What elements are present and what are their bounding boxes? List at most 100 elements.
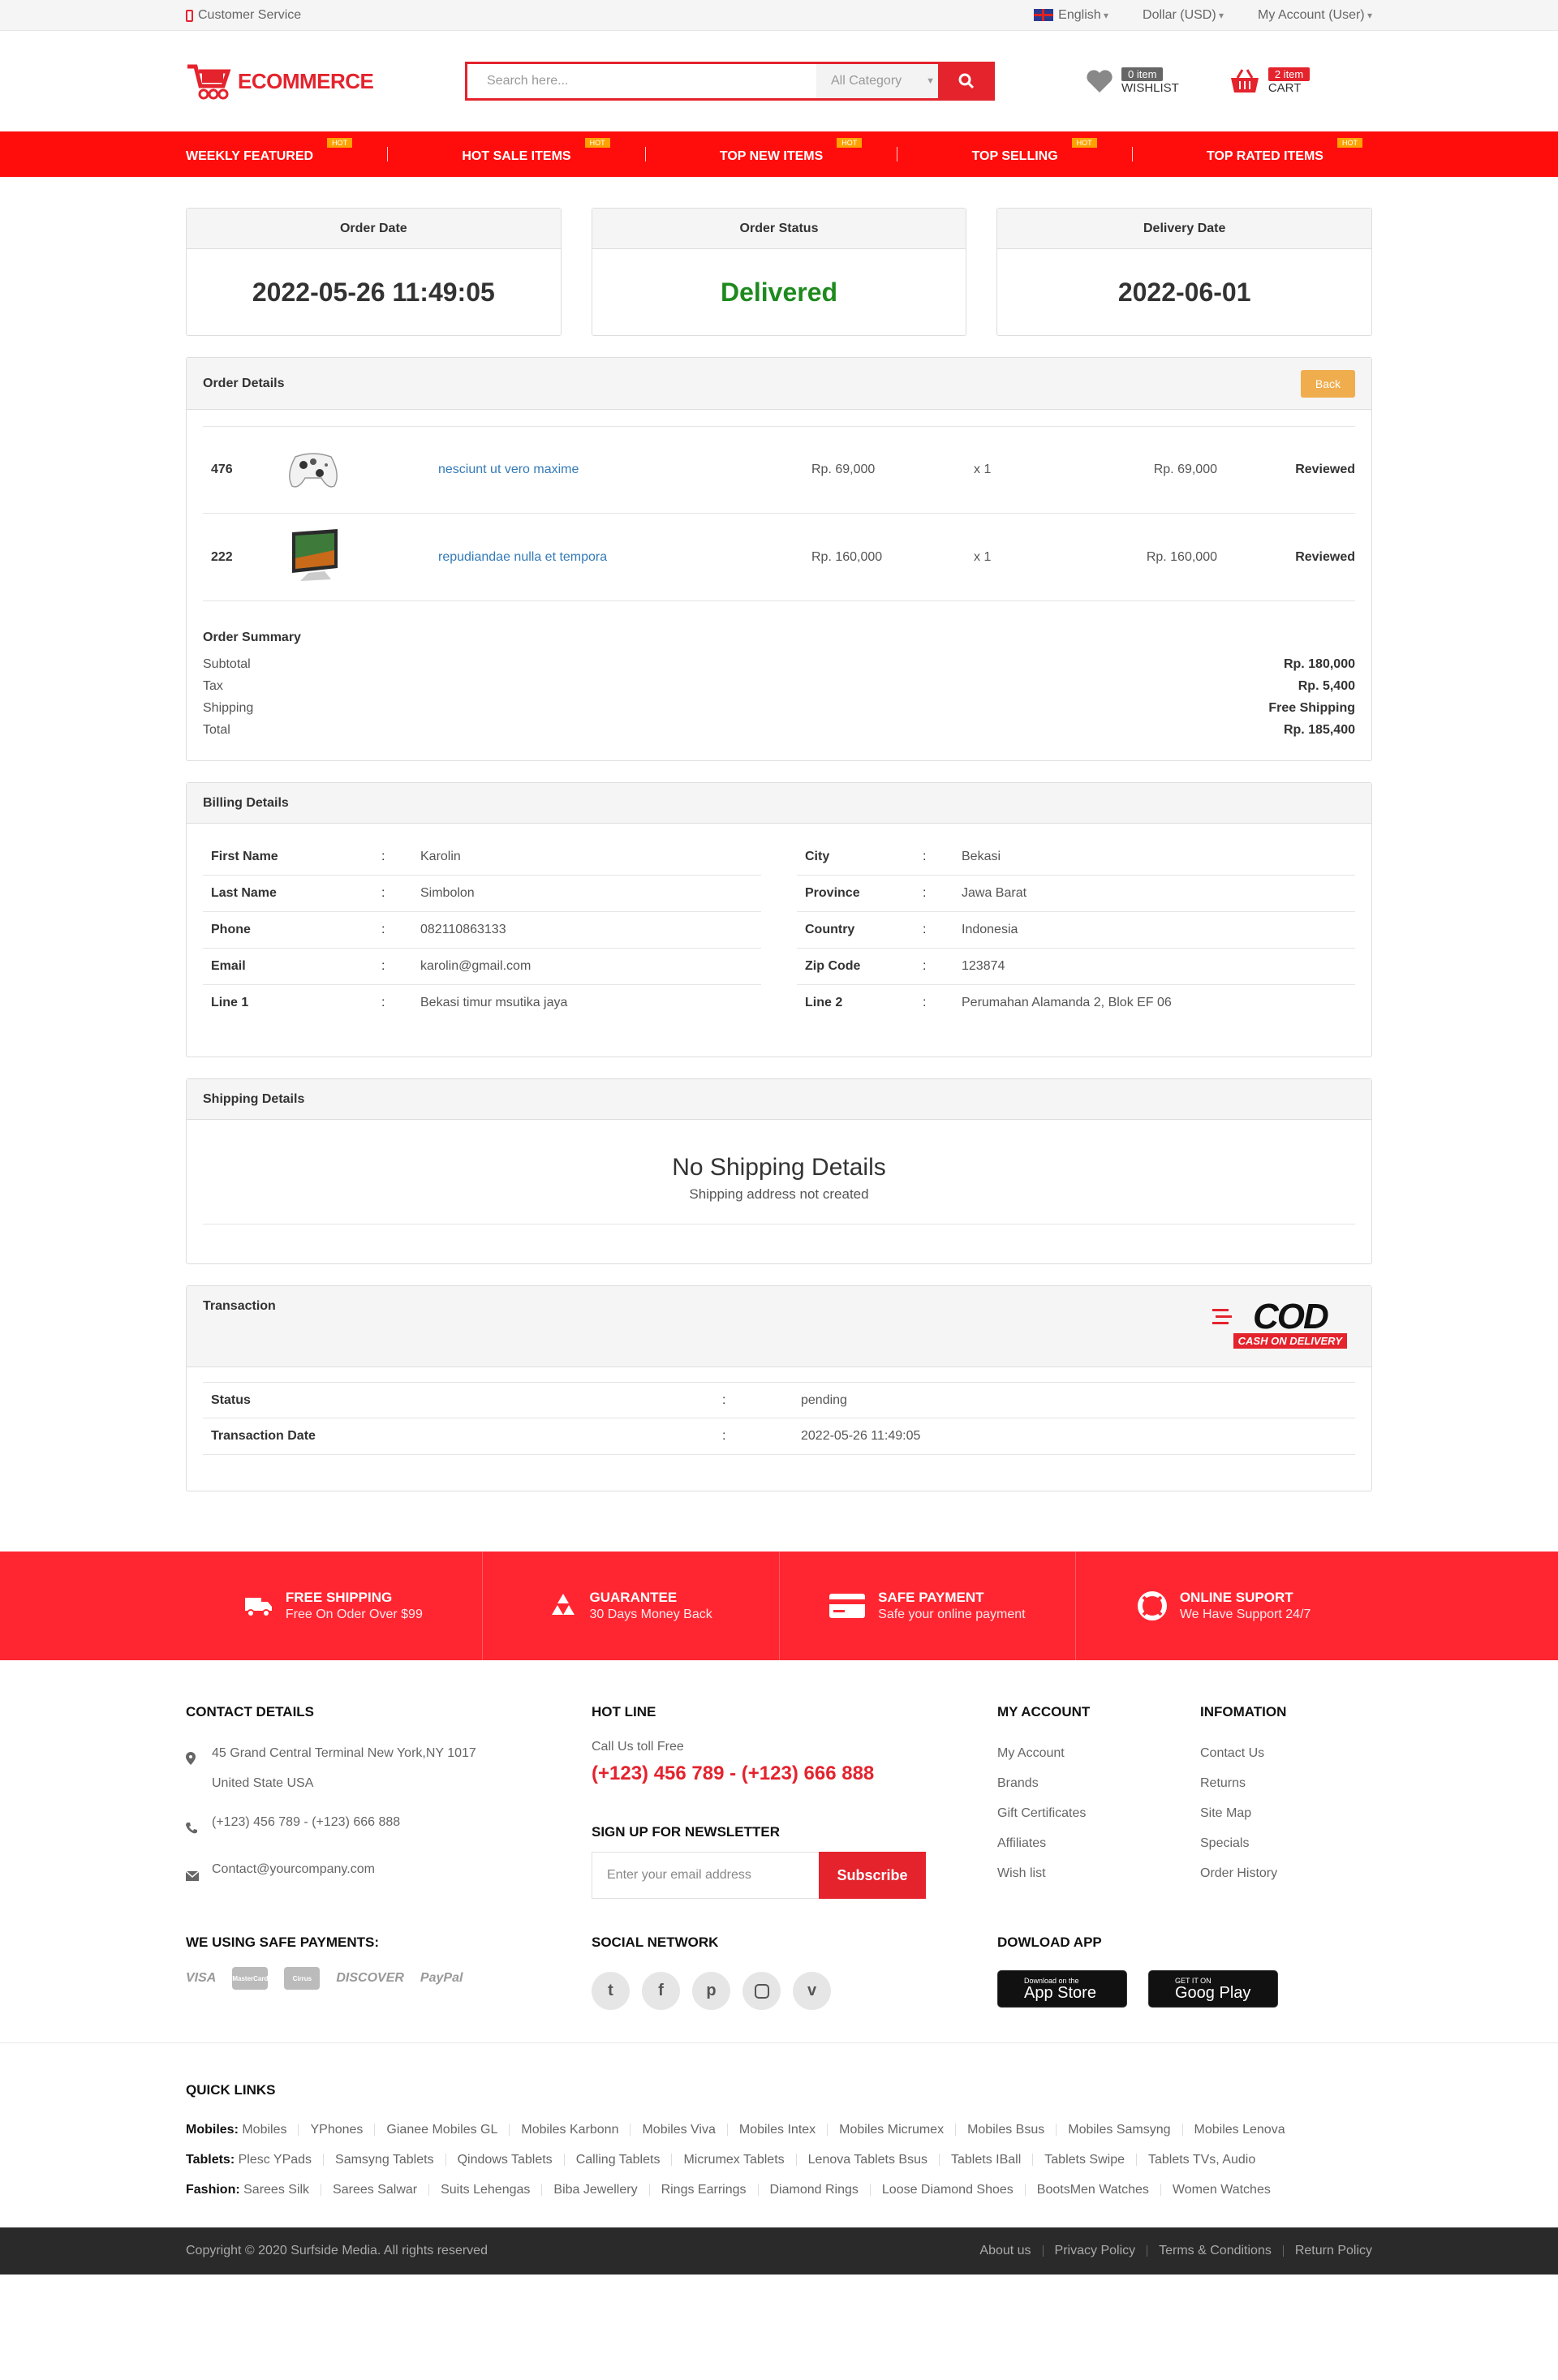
back-button[interactable]: Back xyxy=(1300,369,1355,398)
currency-dropdown[interactable]: Dollar (USD) xyxy=(1143,8,1224,23)
product-link[interactable]: repudiandae nulla et tempora xyxy=(438,550,811,565)
quick-links-label: Tablets: xyxy=(186,2153,235,2167)
quick-link[interactable]: Calling Tablets xyxy=(576,2153,661,2167)
search-button[interactable] xyxy=(938,62,995,101)
bottom-link-return[interactable]: Return Policy xyxy=(1295,2244,1372,2258)
divider xyxy=(323,2154,325,2167)
account-dropdown[interactable]: My Account (User) xyxy=(1258,8,1372,23)
hot-badge: HOT xyxy=(837,138,863,148)
social-title: SOCIAL NETWORK xyxy=(592,1935,719,1950)
field-value: karolin@gmail.com xyxy=(420,959,532,973)
payments-title: WE USING SAFE PAYMENTS: xyxy=(186,1935,380,1950)
quick-link[interactable]: Tablets IBall xyxy=(951,2153,1021,2167)
billing-row: First Name: Karolin xyxy=(203,838,761,875)
quick-link[interactable]: Micrumex Tablets xyxy=(683,2153,784,2167)
quick-link[interactable]: Tablets TVs, Audio xyxy=(1148,2153,1255,2167)
wishlist-link[interactable]: 0 item WISHLIST xyxy=(1086,67,1179,95)
quick-link[interactable]: Mobiles Intex xyxy=(739,2123,816,2137)
divider xyxy=(509,2124,510,2137)
billing-row: Country: Indonesia xyxy=(797,911,1355,948)
billing-row: Line 1: Bekasi timur msutika jaya xyxy=(203,984,761,1021)
footer-link[interactable]: My Account xyxy=(997,1738,1200,1768)
pinterest-icon[interactable]: p xyxy=(692,1972,730,2010)
feature-subtitle: We Have Support 24/7 xyxy=(1179,1607,1311,1621)
vimeo-icon[interactable]: v xyxy=(793,1972,831,2010)
quick-link[interactable]: Loose Diamond Shoes xyxy=(882,2183,1014,2197)
feature-title: FREE SHIPPING xyxy=(285,1590,393,1605)
nav-weekly-featured[interactable]: WEEKLY FEATURED HOT xyxy=(186,138,353,164)
quick-link[interactable]: Sarees Salwar xyxy=(333,2183,417,2197)
quick-link[interactable]: Suits Lehengas xyxy=(441,2183,530,2197)
quick-link[interactable]: Women Watches xyxy=(1173,2183,1271,2197)
quick-link[interactable]: Sarees Silk xyxy=(243,2183,309,2197)
quick-link[interactable]: Samsyng Tablets xyxy=(335,2153,434,2167)
quick-link[interactable]: Tablets Swipe xyxy=(1044,2153,1125,2167)
bottom-link-about[interactable]: About us xyxy=(979,2244,1031,2258)
quick-link[interactable]: Diamond Rings xyxy=(770,2183,859,2197)
footer-link[interactable]: Gift Certificates xyxy=(997,1798,1200,1828)
field-label: Email xyxy=(211,959,246,973)
twitter-icon[interactable]: t xyxy=(592,1972,630,2010)
features-bar: FREE SHIPPING Free On Oder Over $99 GUARA… xyxy=(0,1552,1558,1660)
quick-link[interactable]: Mobiles xyxy=(242,2123,286,2137)
quick-link[interactable]: BootsMen Watches xyxy=(1037,2183,1149,2197)
app-store-button[interactable]: Download on the App Store xyxy=(997,1970,1127,2008)
bottom-link-privacy[interactable]: Privacy Policy xyxy=(1055,2244,1136,2258)
hotline-title: HOT LINE xyxy=(592,1704,656,1719)
feature-title: GUARANTEE xyxy=(589,1590,678,1605)
quick-link[interactable]: Qindows Tablets xyxy=(458,2153,553,2167)
quick-link[interactable]: Mobiles Lenova xyxy=(1194,2123,1285,2137)
nav-top-selling[interactable]: TOP SELLING HOT xyxy=(972,138,1097,164)
product-link[interactable]: nesciunt ut vero maxime xyxy=(438,463,811,477)
nav-top-rated-items[interactable]: TOP RATED ITEMS HOT xyxy=(1207,138,1362,164)
tax-label: Tax xyxy=(203,679,223,693)
quick-link[interactable]: Rings Earrings xyxy=(661,2183,747,2197)
footer-link[interactable]: Site Map xyxy=(1200,1798,1372,1828)
quick-link[interactable]: YPhones xyxy=(310,2123,363,2137)
category-select[interactable]: All Category ▼ xyxy=(816,64,938,98)
quick-link[interactable]: Lenova Tablets Bsus xyxy=(808,2153,927,2167)
logo[interactable]: ECOMMERCE xyxy=(186,62,465,101)
contact-email[interactable]: Contact@yourcompany.com xyxy=(212,1854,375,1884)
product-image[interactable] xyxy=(284,442,438,498)
footer-link[interactable]: Returns xyxy=(1200,1768,1372,1798)
separator: : xyxy=(923,996,927,1009)
footer-link[interactable]: Brands xyxy=(997,1768,1200,1798)
bottom-link-terms[interactable]: Terms & Conditions xyxy=(1159,2244,1272,2258)
review-status: Reviewed xyxy=(1295,549,1355,564)
footer-hotline: HOT LINE Call Us toll Free (+123) 456 78… xyxy=(592,1704,997,1899)
search-input[interactable]: Search here... xyxy=(467,74,816,88)
footer-link[interactable]: Wish list xyxy=(997,1858,1200,1888)
divider xyxy=(374,2124,376,2137)
quick-link[interactable]: Mobiles Micrumex xyxy=(839,2123,944,2137)
quick-link[interactable]: Mobiles Karbonn xyxy=(521,2123,618,2137)
nav-hot-sale-items[interactable]: HOT SALE ITEMS HOT xyxy=(462,138,610,164)
product-image[interactable] xyxy=(284,526,438,588)
footer-link[interactable]: Contact Us xyxy=(1200,1738,1372,1768)
footer-link[interactable]: Order History xyxy=(1200,1858,1372,1888)
customer-service-link[interactable]: Customer Service xyxy=(186,8,301,23)
divider xyxy=(1282,2245,1284,2257)
quick-link[interactable]: Biba Jewellery xyxy=(553,2183,637,2197)
footer-link[interactable]: Specials xyxy=(1200,1828,1372,1858)
footer-link[interactable]: Affiliates xyxy=(997,1828,1200,1858)
newsletter-email-input[interactable]: Enter your email address xyxy=(592,1853,819,1898)
cart-link[interactable]: 2 item CART xyxy=(1229,67,1311,95)
search-bar: Search here... All Category ▼ xyxy=(465,62,995,101)
quick-link[interactable]: Mobiles Samsyng xyxy=(1068,2123,1170,2137)
separator: : xyxy=(923,886,927,900)
order-details-panel: Order Details Back 476 nesciunt ut vero … xyxy=(186,357,1372,761)
subscribe-button[interactable]: Subscribe xyxy=(819,1852,926,1899)
quick-link[interactable]: Gianee Mobiles GL xyxy=(386,2123,497,2137)
google-play-button[interactable]: GET IT ON Goog Play xyxy=(1148,1970,1278,2008)
language-dropdown[interactable]: English xyxy=(1034,8,1108,23)
nav-top-new-items[interactable]: TOP NEW ITEMS HOT xyxy=(720,138,863,164)
quick-link[interactable]: Mobiles Bsus xyxy=(967,2123,1044,2137)
chevron-down-icon: ▼ xyxy=(926,76,936,86)
facebook-icon[interactable]: f xyxy=(642,1972,680,2010)
quick-link[interactable]: Mobiles Viva xyxy=(642,2123,715,2137)
item-id: 222 xyxy=(211,549,233,564)
instagram-icon[interactable] xyxy=(742,1972,781,2010)
divider xyxy=(869,2184,871,2197)
quick-link[interactable]: Plesc YPads xyxy=(239,2153,312,2167)
